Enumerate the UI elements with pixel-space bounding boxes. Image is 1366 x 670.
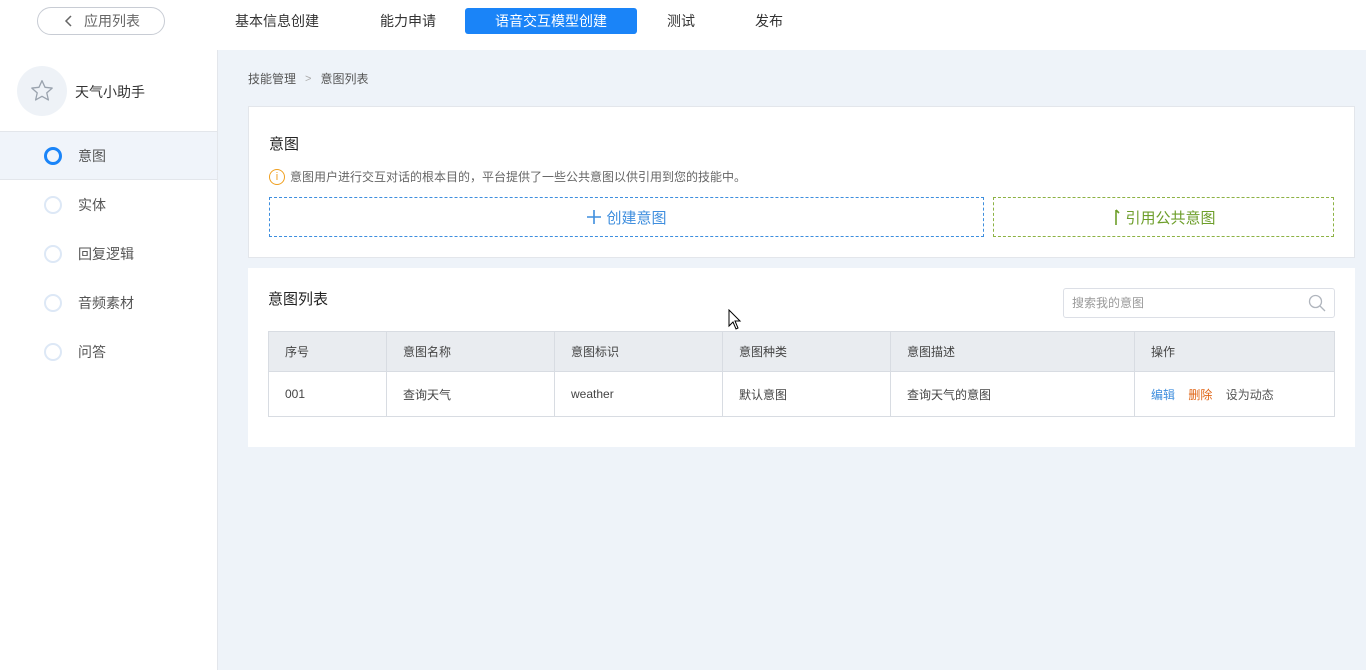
cell-identifier: weather xyxy=(554,371,723,417)
set-dynamic-link[interactable]: 设为动态 xyxy=(1226,388,1274,402)
create-intent-button[interactable]: 创建意图 xyxy=(269,197,984,237)
intent-tip: i 意图用户进行交互对话的根本目的，平台提供了一些公共意图以供引用到您的技能中。 xyxy=(269,168,746,185)
column-header-description: 意图描述 xyxy=(890,331,1135,372)
info-icon: i xyxy=(269,168,285,185)
step-voice-model[interactable]: 语音交互模型创建 xyxy=(465,8,637,34)
column-header-identifier: 意图标识 xyxy=(554,331,723,372)
column-header-kind: 意图种类 xyxy=(722,331,891,372)
mouse-cursor-icon xyxy=(728,309,742,330)
intent-card: 意图 i 意图用户进行交互对话的根本目的，平台提供了一些公共意图以供引用到您的技… xyxy=(248,106,1355,258)
breadcrumb-separator: > xyxy=(305,72,312,85)
column-header-index: 序号 xyxy=(268,331,387,372)
radio-icon xyxy=(44,294,62,312)
column-header-name: 意图名称 xyxy=(386,331,555,372)
back-button-label: 应用列表 xyxy=(84,13,140,29)
cell-name: 查询天气 xyxy=(386,371,555,417)
edit-link[interactable]: 编辑 xyxy=(1151,388,1175,402)
step-publish[interactable]: 发布 xyxy=(754,8,784,34)
sidebar-item-label: 音频素材 xyxy=(78,295,134,311)
app-header: 天气小助手 xyxy=(0,50,217,132)
radio-icon xyxy=(44,196,62,214)
create-intent-label: 创建意图 xyxy=(606,209,667,227)
avatar xyxy=(17,66,67,116)
tip-text: 意图用户进行交互对话的根本目的，平台提供了一些公共意图以供引用到您的技能中。 xyxy=(290,170,747,184)
sidebar-item-reply-logic[interactable]: 回复逻辑 xyxy=(0,230,217,278)
step-test[interactable]: 测试 xyxy=(666,8,696,34)
breadcrumb-current: 意图列表 xyxy=(320,72,369,86)
cell-index: 001 xyxy=(268,371,387,417)
plus-icon xyxy=(587,210,602,224)
sidebar: 天气小助手 意图 实体 回复逻辑 音频素材 问答 xyxy=(0,50,218,670)
search-icon[interactable] xyxy=(1308,294,1326,312)
sidebar-item-intent[interactable]: 意图 xyxy=(0,132,217,180)
radio-icon xyxy=(44,245,62,263)
sidebar-item-label: 回复逻辑 xyxy=(78,246,134,262)
search-input[interactable] xyxy=(1064,289,1304,317)
cell-actions: 编辑 删除 设为动态 xyxy=(1134,371,1335,417)
quote-arrow-icon xyxy=(1115,209,1121,225)
delete-link[interactable]: 删除 xyxy=(1188,388,1212,402)
cell-kind: 默认意图 xyxy=(722,371,891,417)
app-name: 天气小助手 xyxy=(75,84,145,100)
step-basic-info[interactable]: 基本信息创建 xyxy=(233,8,321,34)
table-header-row: 序号 意图名称 意图标识 意图种类 意图描述 操作 xyxy=(268,331,1335,372)
breadcrumb-parent-link[interactable]: 技能管理 xyxy=(248,70,296,87)
radio-icon xyxy=(44,146,62,165)
chevron-left-icon xyxy=(64,15,72,27)
intent-table: 序号 意图名称 意图标识 意图种类 意图描述 操作 001 查询天气 weath… xyxy=(268,331,1335,417)
sidebar-item-entity[interactable]: 实体 xyxy=(0,181,217,229)
cite-public-intent-button[interactable]: 引用公共意图 xyxy=(993,197,1334,237)
sidebar-item-label: 意图 xyxy=(78,147,106,164)
search-box xyxy=(1063,288,1335,318)
intent-card-title: 意图 xyxy=(269,136,300,153)
sidebar-item-qa[interactable]: 问答 xyxy=(0,328,217,376)
sidebar-item-label: 问答 xyxy=(78,344,106,360)
radio-icon xyxy=(44,343,62,361)
cell-description: 查询天气的意图 xyxy=(890,371,1135,417)
top-bar: 应用列表 基本信息创建 能力申请 语音交互模型创建 测试 发布 xyxy=(0,0,1366,50)
table-row: 001 查询天气 weather 默认意图 查询天气的意图 编辑 删除 设为动态 xyxy=(268,371,1335,417)
back-to-app-list-button[interactable]: 应用列表 xyxy=(37,7,165,35)
sidebar-item-label: 实体 xyxy=(78,197,106,213)
intent-list-title: 意图列表 xyxy=(268,291,329,308)
cite-public-intent-label: 引用公共意图 xyxy=(1125,209,1216,227)
column-header-actions: 操作 xyxy=(1134,331,1335,372)
step-capability-apply[interactable]: 能力申请 xyxy=(378,8,438,34)
intent-list-card: 意图列表 序号 意图名称 意图标识 意图种类 意图描述 操作 001 查询天气 … xyxy=(248,268,1355,447)
breadcrumb: 技能管理 > 意图列表 xyxy=(248,70,368,87)
star-icon xyxy=(31,80,53,101)
sidebar-item-audio[interactable]: 音频素材 xyxy=(0,279,217,327)
